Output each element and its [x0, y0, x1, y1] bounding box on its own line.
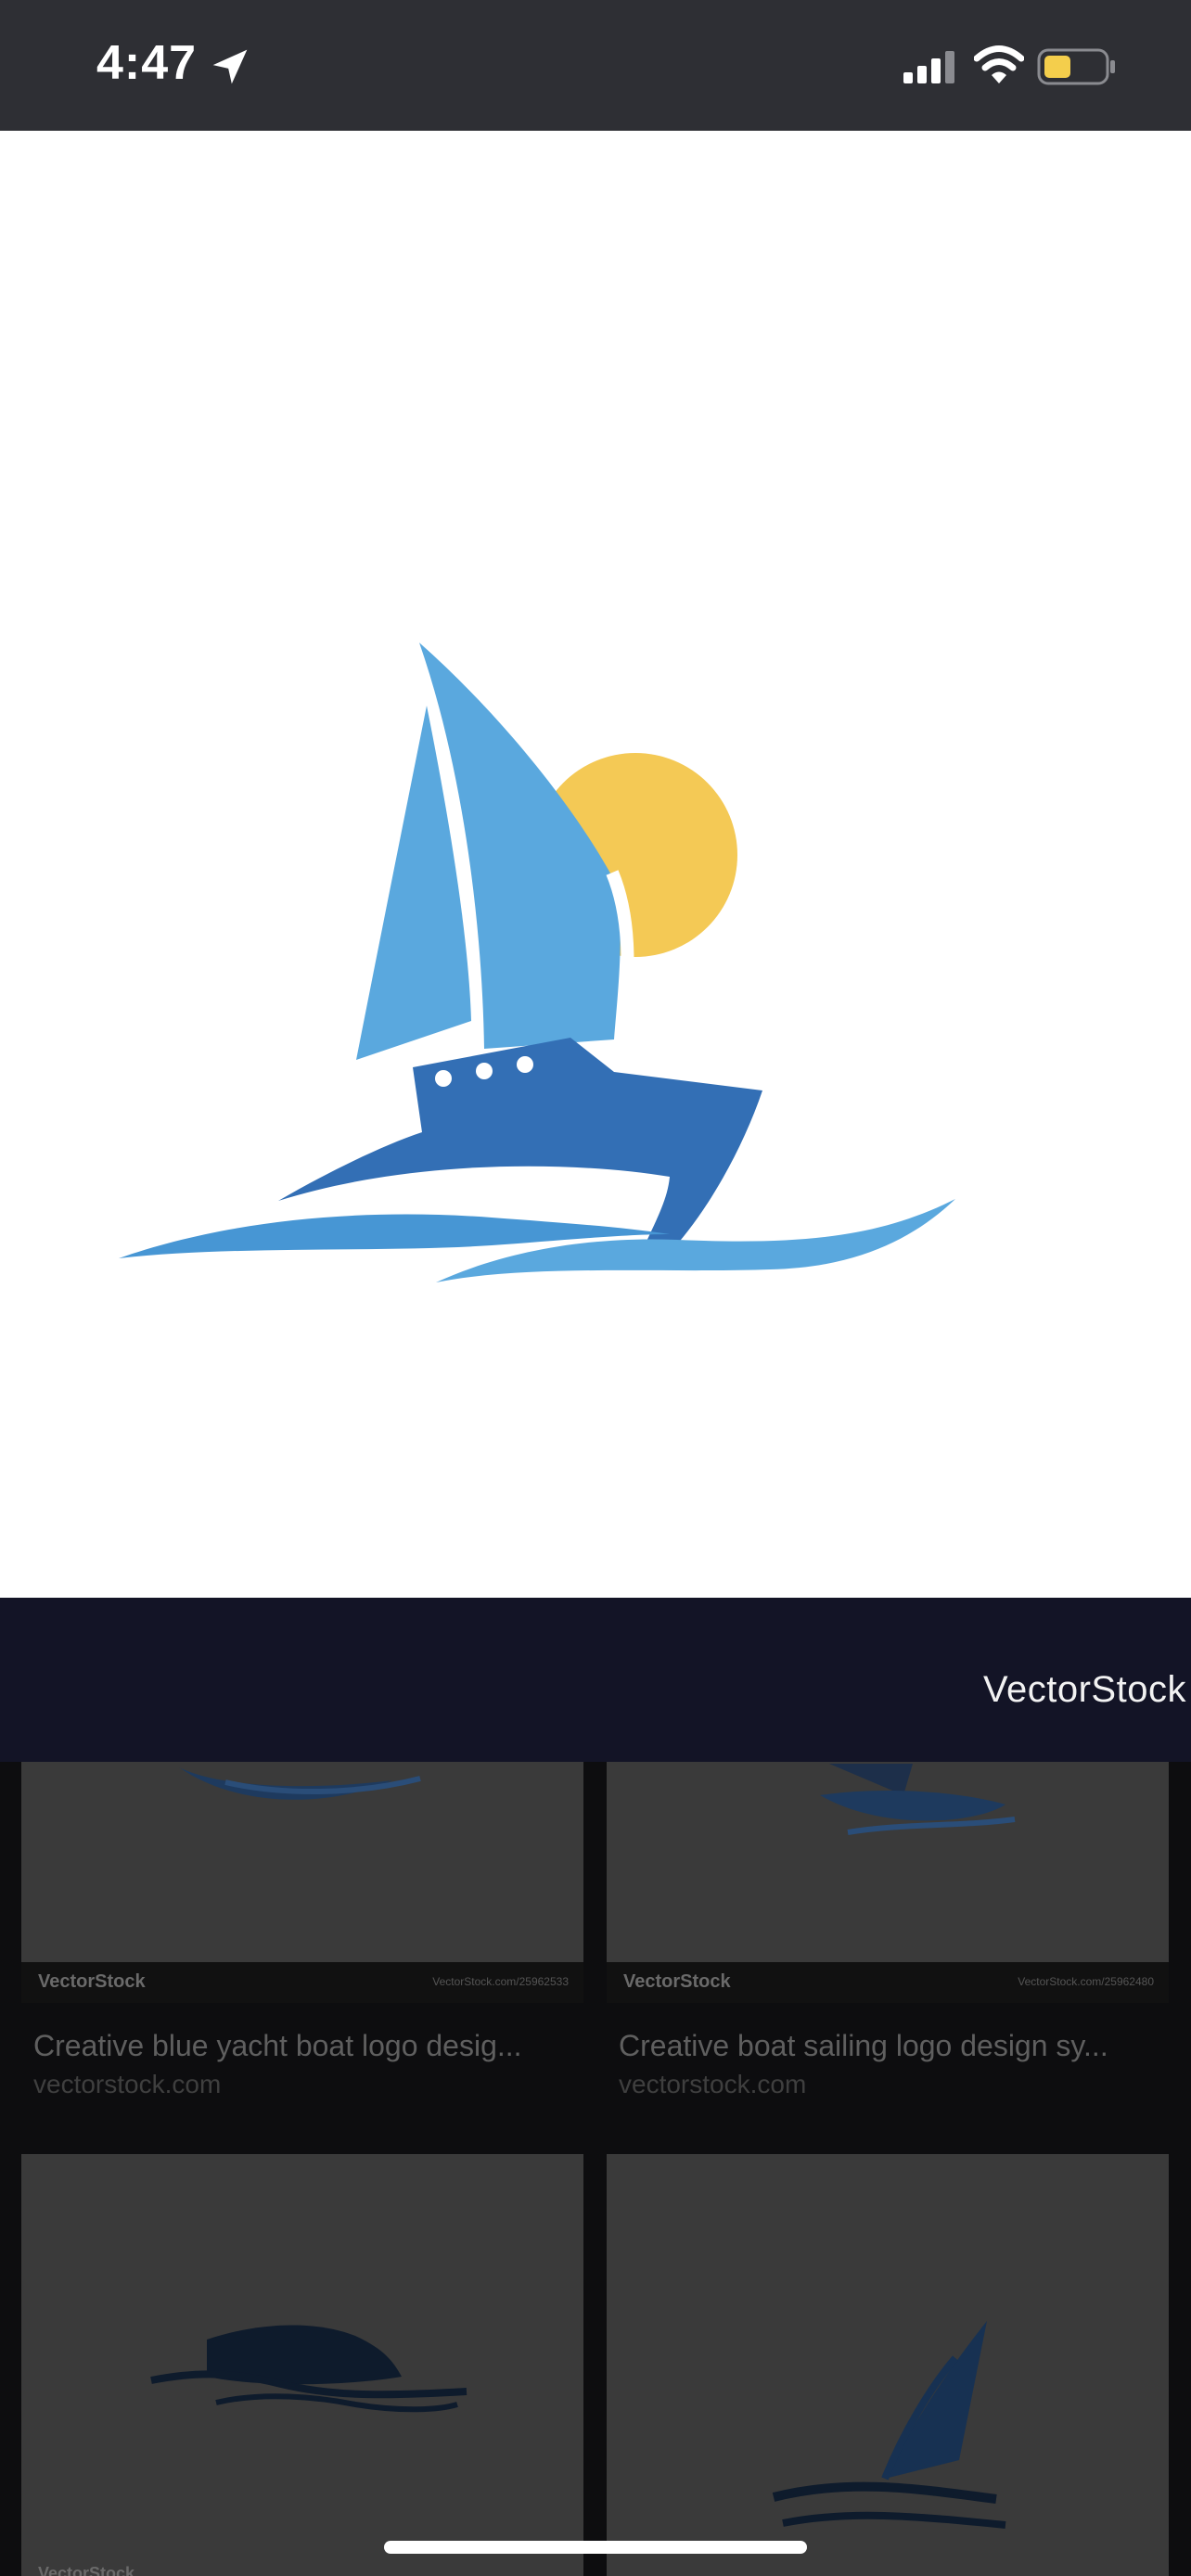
- result-card-2[interactable]: VectorStock VectorStock.com/25962480: [607, 1762, 1169, 2003]
- thumbnail-watermark: VectorStock: [38, 2564, 135, 2576]
- result-card-3[interactable]: VectorStock: [21, 2154, 583, 2576]
- related-images-grid: VectorStock VectorStock.com/25962533 Cre…: [0, 1762, 1191, 2576]
- source-name[interactable]: VectorStock: [983, 1669, 1186, 1711]
- sailboat-thumbnail-image: [772, 2321, 1006, 2529]
- result-title-1[interactable]: Creative blue yacht boat logo desig...: [33, 2029, 581, 2063]
- sailboat-logo-image: [119, 643, 955, 1282]
- result-card-4[interactable]: [607, 2154, 1169, 2576]
- battery-icon: [1037, 48, 1115, 85]
- thumbnail-id: VectorStock.com/25962533: [432, 1975, 569, 1988]
- result-domain-1: vectorstock.com: [33, 2070, 222, 2098]
- thumbnail-watermark: VectorStock: [623, 1971, 731, 1992]
- cellular-signal-icon: [903, 51, 954, 83]
- status-time: 4:47: [96, 36, 198, 90]
- thumbnail-watermark-strip: VectorStock VectorStock.com/25962533: [21, 1962, 583, 2003]
- thumbnail-id: VectorStock.com/25962480: [1018, 1975, 1154, 1988]
- home-indicator[interactable]: [384, 2541, 807, 2554]
- location-arrow-icon: [212, 49, 248, 84]
- wifi-icon: [974, 45, 1024, 83]
- image-preview[interactable]: [0, 131, 1191, 1598]
- boat-thumbnail-image: [150, 2325, 467, 2413]
- result-card-1[interactable]: VectorStock VectorStock.com/25962533: [21, 1762, 583, 2003]
- thumbnail-watermark-strip: VectorStock VectorStock.com/25962480: [607, 1962, 1169, 2003]
- thumbnail-watermark: VectorStock: [38, 1971, 146, 1992]
- result-domain-2: vectorstock.com: [619, 2070, 807, 2098]
- status-bar: 4:47: [0, 0, 1191, 131]
- result-title-2[interactable]: Creative boat sailing logo design sy...: [619, 2029, 1166, 2063]
